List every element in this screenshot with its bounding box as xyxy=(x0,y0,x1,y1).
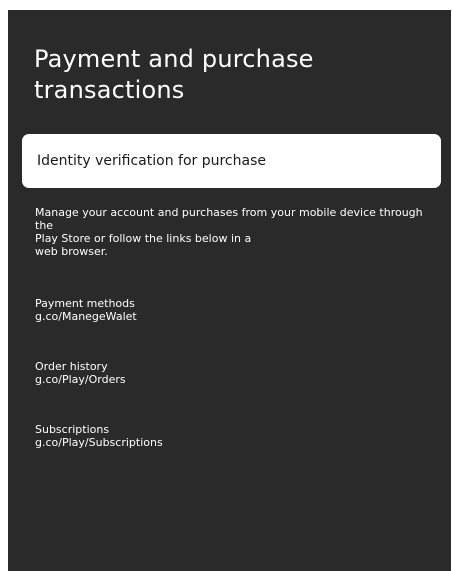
account-description: Manage your account and purchases from y… xyxy=(35,206,423,258)
settings-panel: Payment and purchase transactions Identi… xyxy=(8,10,451,571)
identity-verification-menu-item[interactable]: Identity verification for purchase xyxy=(22,134,441,188)
order-history-section: Order history g.co/Play/Orders xyxy=(35,360,415,386)
order-history-label: Order history xyxy=(35,360,108,373)
order-history-link[interactable]: g.co/Play/Orders xyxy=(35,373,415,386)
payment-methods-section: Payment methods g.co/ManegeWalet xyxy=(35,297,415,323)
subscriptions-label: Subscriptions xyxy=(35,423,110,436)
identity-verification-label: Identity verification for purchase xyxy=(37,153,266,169)
subscriptions-link[interactable]: g.co/Play/Subscriptions xyxy=(35,436,415,449)
payment-methods-link[interactable]: g.co/ManegeWalet xyxy=(35,310,415,323)
payment-methods-label: Payment methods xyxy=(35,297,135,310)
subscriptions-section: Subscriptions g.co/Play/Subscriptions xyxy=(35,423,415,449)
page-title: Payment and purchase transactions xyxy=(34,45,314,104)
